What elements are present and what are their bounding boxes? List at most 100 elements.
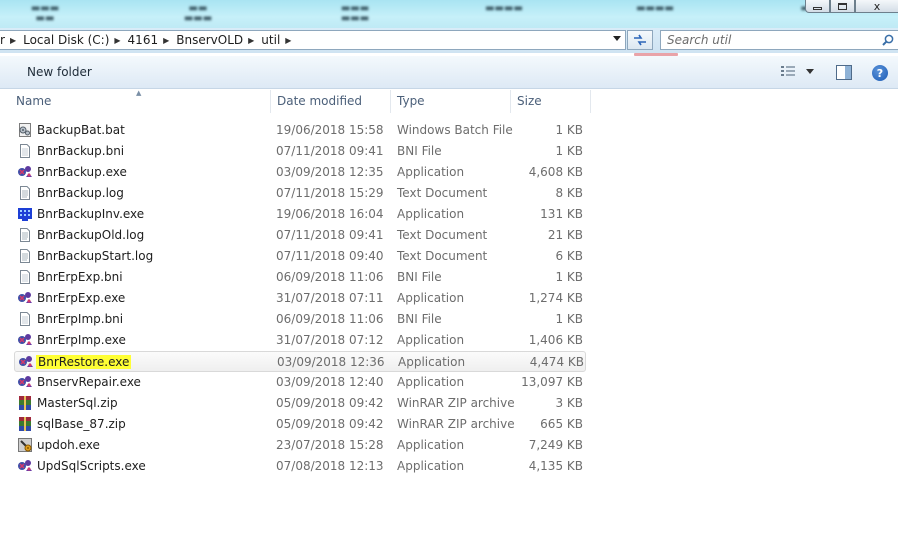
maximize-icon (838, 2, 847, 10)
refresh-button[interactable] (627, 30, 653, 50)
file-type: Application (397, 165, 465, 179)
file-type: WinRAR ZIP archive (397, 396, 515, 410)
batch-file-icon (17, 122, 33, 138)
blurred-desktop-icon: ▬▬▬▬▬ (183, 3, 213, 24)
maximize-button[interactable] (830, 0, 855, 13)
highlighted-file-name: BnrRestore.exe (36, 355, 132, 369)
close-window-button[interactable]: x (855, 0, 898, 13)
file-date-modified: 06/09/2018 11:06 (276, 312, 384, 326)
file-row[interactable]: BnrBackupInv.exe 19/06/2018 16:04 Applic… (14, 204, 586, 225)
file-row[interactable]: BackupBat.bat 19/06/2018 15:58 Windows B… (14, 120, 586, 141)
file-row[interactable]: BnservRepair.exe 03/09/2018 12:40 Applic… (14, 372, 586, 393)
search-box[interactable] (660, 30, 898, 50)
file-name: sqlBase_87.zip (37, 417, 126, 431)
blue-application-icon (17, 206, 33, 222)
application-icon (17, 374, 33, 390)
blurred-desktop-icon: ▬▬▬▬ (485, 3, 523, 14)
file-type: Application (397, 438, 465, 452)
breadcrumb-chevron-icon[interactable]: ▶ (113, 36, 123, 45)
file-date-modified: 07/11/2018 09:41 (276, 144, 384, 158)
file-name: BnrBackup.bni (37, 144, 125, 158)
breadcrumb-chevron-icon[interactable]: ▶ (284, 36, 294, 45)
file-row[interactable]: BnrBackupStart.log 07/11/2018 09:40 Text… (14, 246, 586, 267)
file-type: BNI File (397, 312, 442, 326)
file-size: 21 KB (547, 228, 583, 242)
details-view-icon (781, 66, 795, 76)
file-name: BnservRepair.exe (37, 375, 141, 389)
blurred-desktop-icon: ▬▬▬▬▬ (30, 3, 60, 24)
column-header-name[interactable]: Name (12, 89, 270, 114)
file-name: BnrErpImp.bni (37, 312, 124, 326)
file-name: BnrBackupInv.exe (37, 207, 145, 221)
file-size: 7,249 KB (528, 438, 583, 452)
breadcrumb-chevron-icon[interactable]: ▶ (162, 36, 172, 45)
column-divider[interactable] (270, 90, 271, 113)
breadcrumb-item-local-disk[interactable]: Local Disk (C:) (19, 33, 113, 47)
file-name: UpdSqlScripts.exe (37, 459, 146, 473)
minimize-icon (813, 6, 822, 10)
file-size: 1,406 KB (528, 333, 583, 347)
search-icon[interactable] (882, 34, 894, 46)
file-date-modified: 31/07/2018 07:11 (276, 291, 384, 305)
file-row[interactable]: sqlBase_87.zip 05/09/2018 09:42 WinRAR Z… (14, 414, 586, 435)
close-icon: x (873, 0, 881, 13)
generic-file-icon (17, 311, 33, 327)
breadcrumb-item-4161[interactable]: 4161 (124, 33, 163, 47)
file-size: 4,135 KB (528, 459, 583, 473)
file-row[interactable]: UpdSqlScripts.exe 07/08/2018 12:13 Appli… (14, 456, 586, 477)
file-type: Text Document (397, 228, 488, 242)
address-bar[interactable]: r ▶ Local Disk (C:) ▶ 4161 ▶ BnservOLD ▶… (0, 30, 626, 50)
file-type: Application (397, 333, 465, 347)
breadcrumb-item-overflow[interactable]: r (0, 33, 9, 47)
help-button[interactable]: ? (872, 65, 888, 81)
file-name: BnrBackupStart.log (37, 249, 154, 263)
file-size: 4,474 KB (529, 355, 584, 369)
chevron-down-icon[interactable] (806, 68, 814, 74)
file-type: Windows Batch File (397, 123, 513, 137)
file-size: 3 KB (555, 396, 583, 410)
blurred-desktop-icon: ▬▬▬ ▬▬▬ (340, 3, 370, 24)
column-header-size[interactable]: Size (513, 89, 590, 114)
breadcrumb-item-util[interactable]: util (257, 33, 284, 47)
file-date-modified: 19/06/2018 16:04 (276, 207, 384, 221)
column-divider[interactable] (590, 90, 591, 113)
file-date-modified: 05/09/2018 09:42 (276, 396, 384, 410)
breadcrumb-chevron-icon[interactable]: ▶ (247, 36, 257, 45)
file-name: BackupBat.bat (37, 123, 125, 137)
change-view-button[interactable] (780, 65, 814, 77)
minimize-button[interactable] (805, 0, 830, 13)
file-size: 665 KB (540, 417, 583, 431)
file-type: BNI File (397, 270, 442, 284)
search-input[interactable] (667, 32, 867, 48)
file-name: BnrRestore.exe (36, 352, 132, 373)
column-divider[interactable] (390, 90, 391, 113)
file-row[interactable]: updoh.exe 23/07/2018 15:28 Application 7… (14, 435, 586, 456)
file-row[interactable]: BnrBackup.bni 07/11/2018 09:41 BNI File … (14, 141, 586, 162)
installer-icon (17, 437, 33, 453)
file-row[interactable]: BnrBackupOld.log 07/11/2018 09:41 Text D… (14, 225, 586, 246)
file-row[interactable]: BnrErpImp.bni 06/09/2018 11:06 BNI File … (14, 309, 586, 330)
file-row[interactable]: BnrErpExp.bni 06/09/2018 11:06 BNI File … (14, 267, 586, 288)
column-header-type[interactable]: Type (393, 89, 510, 114)
file-row[interactable]: BnrErpImp.exe 31/07/2018 07:12 Applicati… (14, 330, 586, 351)
column-divider[interactable] (510, 90, 511, 113)
file-row-selected[interactable]: BnrRestore.exe 03/09/2018 12:36 Applicat… (14, 351, 586, 372)
file-size: 6 KB (555, 249, 583, 263)
new-folder-button[interactable]: New folder (21, 65, 98, 79)
preview-pane-button[interactable] (836, 65, 852, 83)
breadcrumb-chevron-icon[interactable]: ▶ (9, 36, 19, 45)
file-date-modified: 23/07/2018 15:28 (276, 438, 384, 452)
file-row[interactable]: BnrErpExp.exe 31/07/2018 07:11 Applicati… (14, 288, 586, 309)
file-type: Application (397, 375, 465, 389)
breadcrumb: r ▶ Local Disk (C:) ▶ 4161 ▶ BnservOLD ▶… (0, 31, 294, 49)
column-header-date-modified[interactable]: Date modified (273, 89, 390, 114)
address-history-dropdown-icon[interactable] (613, 36, 621, 41)
preview-pane-icon (836, 65, 852, 80)
file-size: 1 KB (555, 270, 583, 284)
file-size: 1 KB (555, 312, 583, 326)
file-row[interactable]: BnrBackup.log 07/11/2018 15:29 Text Docu… (14, 183, 586, 204)
file-row[interactable]: BnrBackup.exe 03/09/2018 12:35 Applicati… (14, 162, 586, 183)
file-row[interactable]: MasterSql.zip 05/09/2018 09:42 WinRAR ZI… (14, 393, 586, 414)
application-icon (18, 354, 34, 370)
breadcrumb-item-bnservold[interactable]: BnservOLD (172, 33, 247, 47)
